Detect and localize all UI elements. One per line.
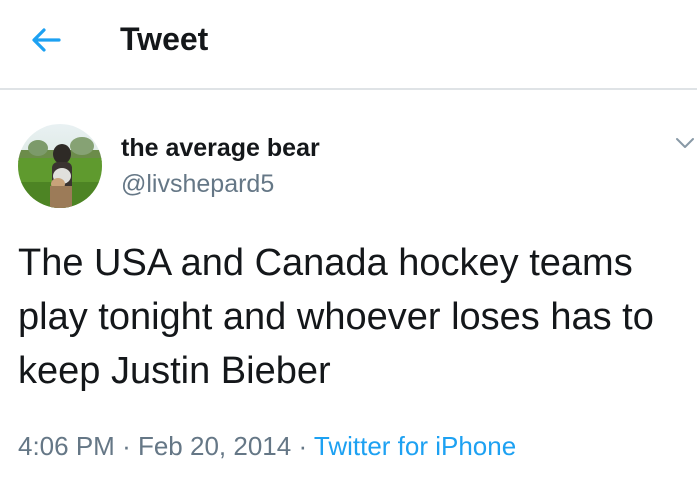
- meta-separator: ·: [298, 431, 308, 461]
- top-bar: Tweet: [0, 0, 697, 90]
- avatar[interactable]: [18, 124, 102, 208]
- user-handle[interactable]: @livshepard5: [121, 168, 274, 200]
- tweet-time: 4:06 PM: [18, 431, 115, 461]
- tweet-date: Feb 20, 2014: [137, 431, 292, 461]
- meta-separator: ·: [122, 431, 131, 461]
- chevron-down-icon: [676, 138, 694, 148]
- avatar-image: [18, 124, 102, 208]
- display-name[interactable]: the average bear: [121, 132, 320, 164]
- tweet-text: The USA and Canada hockey teams play ton…: [18, 242, 654, 392]
- tweet-meta: 4:06 PM · Feb 20, 2014 · Twitter for iPh…: [18, 428, 516, 464]
- tweet-source-link[interactable]: Twitter for iPhone: [314, 431, 516, 461]
- page-title: Tweet: [120, 21, 209, 57]
- back-button[interactable]: [28, 22, 64, 58]
- arrow-left-icon: [32, 28, 61, 52]
- tweet-menu-button[interactable]: [674, 132, 696, 154]
